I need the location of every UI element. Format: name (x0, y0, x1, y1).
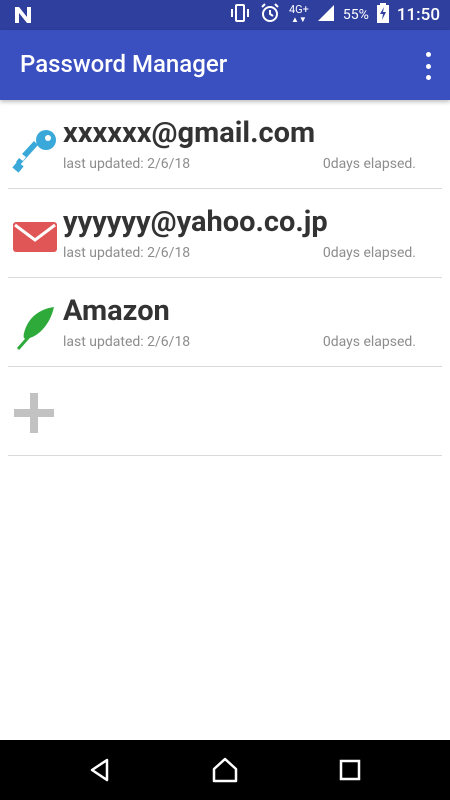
network-type: 4G+ (288, 3, 309, 16)
list-item[interactable]: Amazon last updated: 2/6/18 0days elapse… (8, 278, 442, 367)
more-vert-icon[interactable] (420, 52, 436, 80)
system-nav-bar (0, 740, 450, 800)
app-title: Password Manager (20, 50, 228, 78)
add-entry-button[interactable] (8, 367, 442, 456)
feather-icon (10, 303, 60, 353)
entry-updated: last updated: 2/6/18 (63, 334, 191, 350)
entry-elapsed: 0days elapsed. (322, 334, 416, 350)
status-icons: 4G+ ▲▼ 55% 11:50 (229, 0, 440, 30)
recents-icon[interactable] (330, 752, 370, 788)
entry-updated: last updated: 2/6/18 (63, 245, 191, 261)
entry-name: xxxxxx@gmail.com (63, 116, 316, 150)
list-item[interactable]: yyyyyy@yahoo.co.jp last updated: 2/6/18 … (8, 189, 442, 278)
status-bar: 4G+ ▲▼ 55% 11:50 (0, 0, 450, 30)
entry-name: yyyyyy@yahoo.co.jp (63, 205, 328, 239)
mail-icon (10, 214, 60, 264)
data-arrows-icon: ▲▼ (290, 15, 307, 24)
signal-icon (317, 4, 335, 26)
entry-updated: last updated: 2/6/18 (63, 156, 191, 172)
battery-charging-icon (376, 3, 389, 27)
plus-icon (12, 391, 56, 435)
notification-n-icon (12, 5, 34, 25)
back-icon[interactable] (80, 752, 120, 788)
entry-elapsed: 0days elapsed. (322, 156, 416, 172)
vibrate-icon (229, 3, 251, 27)
app-bar: Password Manager (0, 30, 450, 100)
battery-percent: 55% (342, 7, 369, 23)
list-item[interactable]: xxxxxx@gmail.com last updated: 2/6/18 0d… (8, 100, 442, 189)
home-icon[interactable] (205, 752, 245, 788)
network-indicator: 4G+ ▲▼ (288, 3, 309, 25)
key-icon (10, 125, 60, 175)
clock: 11:50 (396, 5, 440, 25)
alarm-icon (259, 2, 281, 28)
password-list: xxxxxx@gmail.com last updated: 2/6/18 0d… (0, 100, 450, 456)
entry-name: Amazon (63, 294, 170, 328)
entry-elapsed: 0days elapsed. (322, 245, 416, 261)
